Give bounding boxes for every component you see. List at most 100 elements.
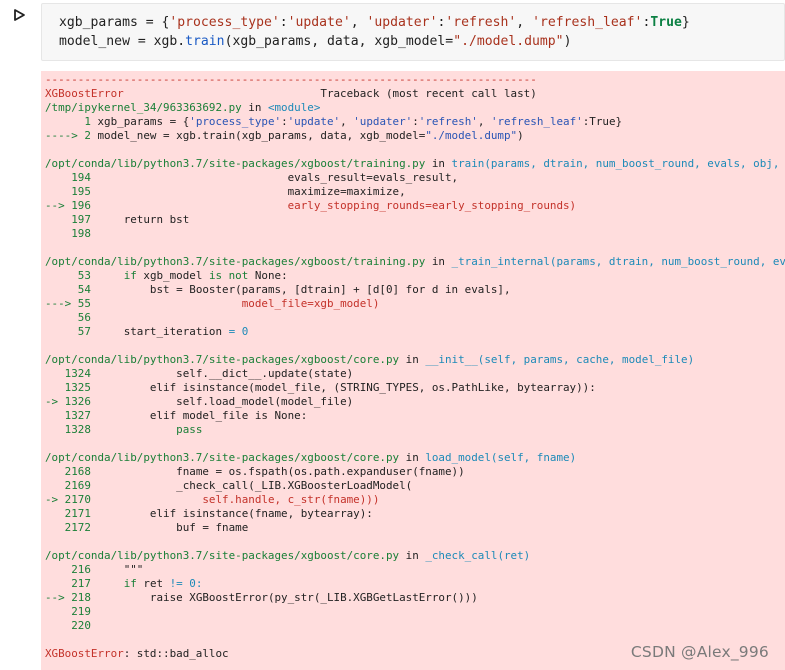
run-cell-button[interactable] — [12, 7, 26, 21]
code-token: 220 — [45, 619, 98, 632]
code-token: <module> — [267, 101, 321, 114]
code-token: 195 — [45, 185, 98, 198]
code-token: model_new = xgb.train(xgb_params, data, … — [97, 129, 426, 142]
code-token: (params, dtrain, num_boost_round, evals,… — [549, 255, 785, 268]
code-token: 2172 — [45, 521, 98, 534]
code-token: (params, dtrain, num_boost_round, evals,… — [484, 157, 780, 170]
code-token: fname = os.fspath(os.path.expanduser(fna… — [97, 465, 465, 478]
code-token: return bst — [97, 213, 190, 226]
code-token: xgb_params = { — [59, 15, 170, 30]
code-token: 'updater' — [353, 115, 413, 128]
watermark-text: CSDN @Alex_996 — [630, 643, 769, 661]
traceback-line: /opt/conda/lib/python3.7/site-packages/x… — [45, 353, 785, 367]
code-token: 1324 — [45, 367, 98, 380]
traceback-line: 220 — [45, 619, 785, 633]
code-token: elif isinstance(model_file, (STRING_TYPE… — [97, 381, 596, 394]
traceback-line: 1327 elif model_file is None: — [45, 409, 785, 423]
code-token: (self, params, cache, model_file) — [477, 353, 695, 366]
code-token: 1327 — [45, 409, 98, 422]
traceback-line: --> 196 early_stopping_rounds=early_stop… — [45, 199, 785, 213]
code-token: /opt/conda/lib/python3.7/site-packages/x… — [45, 451, 400, 464]
traceback-line: ----> 2 model_new = xgb.train(xgb_params… — [45, 129, 785, 143]
code-token: : std::bad_alloc — [123, 647, 229, 660]
traceback-line — [45, 339, 785, 353]
code-token: 2171 — [45, 507, 98, 520]
traceback-line: 197 return bst — [45, 213, 785, 227]
code-token: "./model.dump" — [453, 34, 564, 49]
code-token: /opt/conda/lib/python3.7/site-packages/x… — [45, 255, 426, 268]
code-token: } — [681, 15, 690, 30]
code-token: raise XGBoostError(py_str(_LIB.XGBGetLas… — [97, 591, 478, 604]
code-token: 197 — [45, 213, 98, 226]
traceback-line: -> 1326 self.load_model(model_file) — [45, 395, 785, 409]
code-token: 'updater' — [366, 15, 438, 30]
code-token: if — [123, 269, 137, 282]
code-token: early_stopping_rounds=early_stopping_rou… — [97, 199, 577, 212]
code-token: -> 1326 — [45, 395, 98, 408]
code-token: 1328 — [45, 423, 98, 436]
code-token: } — [615, 115, 623, 128]
code-token: "./model.dump" — [425, 129, 518, 142]
code-token: -> 2170 — [45, 493, 98, 506]
traceback-line: 57 start_iteration = 0 — [45, 325, 785, 339]
code-cell-input[interactable]: xgb_params = {'process_type':'update', '… — [41, 3, 785, 61]
code-token: 219 — [45, 605, 98, 618]
traceback-line — [45, 437, 785, 451]
code-token: (self, fname) — [490, 451, 577, 464]
code-token: model_file=xgb_model) — [97, 297, 380, 310]
code-token: != 0: — [169, 577, 203, 590]
code-token: /tmp/ipykernel_34/963363692.py — [45, 101, 242, 114]
code-token: /opt/conda/lib/python3.7/site-packages/x… — [45, 157, 426, 170]
traceback-line: /tmp/ipykernel_34/963363692.py in <modul… — [45, 101, 785, 115]
traceback-line — [45, 143, 785, 157]
code-token: 56 — [45, 311, 98, 324]
code-token: xgb_model — [136, 269, 209, 282]
traceback-line: --> 218 raise XGBoostError(py_str(_LIB.X… — [45, 591, 785, 605]
code-token: if — [123, 577, 137, 590]
code-token: 'refresh' — [445, 15, 517, 30]
code-token: True — [650, 15, 682, 30]
code-token: 'refresh_leaf' — [490, 115, 583, 128]
code-token: (xgb_params, data, xgb_model= — [224, 34, 454, 49]
code-token: 'update' — [287, 115, 341, 128]
code-token: 1325 — [45, 381, 98, 394]
code-token: 217 — [45, 577, 98, 590]
code-token: None: — [248, 269, 288, 282]
code-token: --> 218 — [45, 591, 98, 604]
code-token: self.load_model(model_file) — [97, 395, 354, 408]
code-token: --> 196 — [45, 199, 98, 212]
code-line: xgb_params = {'process_type':'update', '… — [59, 13, 690, 32]
code-token: pass — [97, 423, 203, 436]
code-token: _train_internal — [451, 255, 550, 268]
code-token: start_iteration — [97, 325, 229, 338]
traceback-line: -> 2170 self.handle, c_str(fname))) — [45, 493, 785, 507]
traceback-line: ----------------------------------------… — [45, 73, 785, 87]
code-token: is not — [208, 269, 249, 282]
traceback-text: ----------------------------------------… — [45, 73, 785, 661]
code-token: 1 — [45, 115, 98, 128]
code-token: , — [350, 15, 367, 30]
code-token: train — [451, 157, 485, 170]
traceback-line: /opt/conda/lib/python3.7/site-packages/x… — [45, 157, 785, 171]
traceback-line: 1328 pass — [45, 423, 785, 437]
code-token: 'process_type' — [189, 115, 282, 128]
traceback-line: 53 if xgb_model is not None: — [45, 269, 785, 283]
traceback-line: 1324 self.__dict__.update(state) — [45, 367, 785, 381]
code-token: train — [185, 34, 225, 49]
traceback-line: 194 evals_result=evals_result, — [45, 171, 785, 185]
code-token: ret — [136, 577, 170, 590]
traceback-line: /opt/conda/lib/python3.7/site-packages/x… — [45, 549, 785, 563]
code-token: _check_call — [425, 549, 498, 562]
code-token: 194 — [45, 171, 98, 184]
code-token: /opt/conda/lib/python3.7/site-packages/x… — [45, 549, 400, 562]
code-token: 'process_type' — [169, 15, 280, 30]
traceback-line: 195 maximize=maximize, — [45, 185, 785, 199]
traceback-line: 1 xgb_params = {'process_type':'update',… — [45, 115, 785, 129]
code-token: in — [399, 549, 426, 562]
traceback-line: XGBoostError Traceback (most recent call… — [45, 87, 785, 101]
code-token: ) — [563, 34, 572, 49]
code-token: 53 — [45, 269, 98, 282]
code-token: True — [589, 115, 616, 128]
